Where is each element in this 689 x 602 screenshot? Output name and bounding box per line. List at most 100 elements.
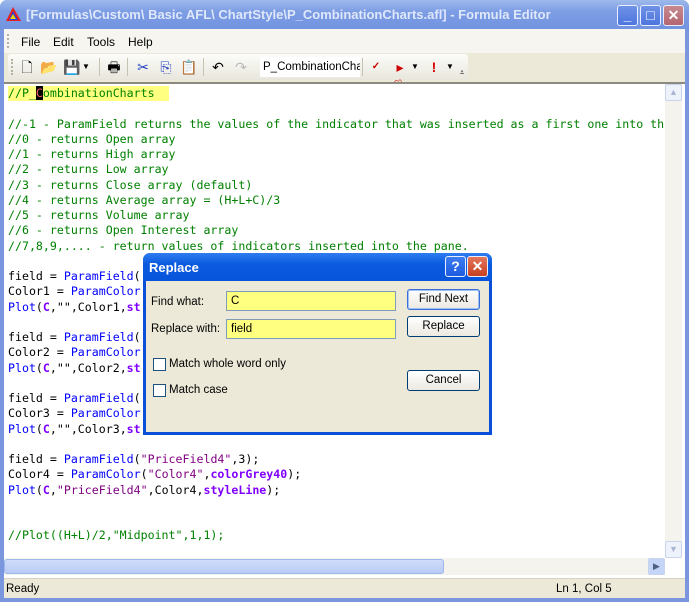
separator (362, 58, 363, 76)
code-token: //1 - returns High array (8, 147, 176, 161)
paste-icon[interactable]: 📋 (180, 58, 198, 76)
cursor-position: Ln 1, Col 5 (556, 583, 612, 595)
code-line[interactable]: //-1 - ParamField returns the values of … (8, 117, 665, 132)
menu-grip[interactable] (7, 34, 9, 48)
cut-icon[interactable]: ✂ (134, 58, 152, 76)
code-token: //P_ (8, 86, 36, 100)
code-token: //4 - returns Average array = (H+L+C)/3 (8, 192, 281, 207)
exclamation-icon[interactable]: ! (425, 58, 443, 76)
maximize-button[interactable]: □ (640, 5, 661, 26)
code-line[interactable]: //1 - returns High array (8, 147, 665, 162)
code-token: colorGrey40 (210, 467, 288, 482)
copy-icon[interactable]: ⎘ (157, 58, 175, 76)
menu-file[interactable]: File (21, 35, 40, 49)
dialog-title-bar[interactable]: Replace ? ✕ (143, 253, 492, 281)
cancel-button[interactable]: Cancel (407, 370, 480, 391)
code-token: , (49, 482, 57, 497)
code-token: ( (133, 452, 141, 466)
status-text: Ready (6, 583, 40, 595)
code-token: ( (133, 269, 141, 283)
code-token: ); (287, 467, 302, 482)
find-what-input[interactable]: C (226, 291, 396, 311)
menu-tools[interactable]: Tools (87, 35, 115, 49)
code-line[interactable]: //7,8,9,.... - return values of indicato… (8, 239, 665, 254)
dropdown-arrow-icon[interactable]: ▼ (445, 58, 455, 76)
apply-chart-icon[interactable]: ▸〽 (391, 58, 409, 93)
menu-help[interactable]: Help (128, 35, 153, 49)
status-bar: Ready Ln 1, Col 5 (4, 578, 685, 598)
title-bar[interactable]: [Formulas\Custom\ Basic AFL\ ChartStyle\… (0, 0, 689, 29)
dropdown-arrow-icon[interactable]: ▼ (410, 58, 420, 76)
code-token: Plot (8, 421, 36, 436)
code-line[interactable]: Plot(C,"PriceField4",Color4,styleLine); (8, 483, 665, 498)
code-line[interactable]: //0 - returns Open array (8, 132, 665, 147)
dialog-title: Replace (149, 260, 199, 275)
match-case-label[interactable]: Match case (169, 384, 228, 396)
code-token: "Color4" (147, 467, 204, 482)
replace-button[interactable]: Replace (407, 316, 480, 337)
code-line[interactable]: //6 - returns Open Interest array (8, 223, 665, 238)
toolbar-options-icon[interactable]: ⩡ (457, 64, 467, 82)
code-token: st (126, 421, 141, 436)
code-line[interactable] (8, 101, 665, 116)
vertical-scrollbar[interactable]: ▲ ▼ (665, 84, 682, 558)
find-next-button[interactable]: Find Next (407, 289, 480, 310)
code-line[interactable]: //P_CombinationCharts (8, 86, 665, 102)
minimize-button[interactable]: _ (617, 5, 638, 26)
undo-icon[interactable]: ↶ (209, 58, 227, 76)
horizontal-scroll-thumb[interactable] (4, 559, 444, 574)
code-token: "PriceField4" (56, 482, 148, 497)
toolbar-grip[interactable] (11, 59, 13, 75)
replace-dialog: Replace ? ✕ Find what: C Replace with: f… (143, 253, 492, 435)
match-case-checkbox[interactable] (153, 384, 166, 397)
code-token: ,"",Color1, (49, 299, 127, 314)
close-button[interactable]: ✕ (663, 5, 684, 26)
separator (99, 58, 100, 76)
save-icon[interactable]: 💾 (63, 58, 81, 76)
code-token: ,"",Color3, (49, 421, 127, 436)
match-whole-word-label[interactable]: Match whole word only (169, 358, 286, 370)
code-token: field = (8, 330, 64, 344)
afl-check-icon[interactable]: ✓ (367, 58, 385, 76)
code-line[interactable]: //Plot((H+L)/2,"Midpoint",1,1); (8, 528, 665, 543)
code-line[interactable]: field = ParamField("PriceField4",3); (8, 452, 665, 467)
open-folder-icon[interactable]: 📂 (40, 58, 58, 76)
scroll-up-button[interactable]: ▲ (665, 84, 682, 101)
code-token: Color1 = (8, 284, 71, 299)
find-what-label: Find what: (151, 296, 205, 308)
code-token: Plot (8, 299, 36, 314)
new-file-icon[interactable]: 🗋 (18, 58, 36, 76)
code-token: ParamColor (70, 284, 141, 299)
code-line[interactable] (8, 437, 665, 452)
code-token: ParamField (63, 269, 134, 283)
replace-with-label: Replace with: (151, 323, 221, 335)
text-cursor: C (35, 86, 43, 100)
code-line[interactable]: //5 - returns Volume array (8, 208, 665, 223)
code-line[interactable]: //2 - returns Low array (8, 162, 665, 177)
help-button[interactable]: ? (445, 256, 466, 277)
code-line[interactable] (8, 513, 665, 528)
code-token: C (42, 482, 50, 497)
code-line[interactable]: //4 - returns Average array = (H+L+C)/3 (8, 193, 665, 208)
dropdown-arrow-icon[interactable]: ▼ (81, 58, 91, 76)
scroll-right-button[interactable]: ▶ (648, 558, 665, 575)
match-whole-word-checkbox[interactable] (153, 358, 166, 371)
code-line[interactable]: //3 - returns Close array (default) (8, 178, 665, 193)
scroll-down-button[interactable]: ▼ (665, 541, 682, 558)
redo-icon[interactable]: ↷ (232, 58, 250, 76)
replace-with-input[interactable]: field (226, 319, 396, 339)
code-token: Color3 = (8, 406, 71, 421)
code-token: ParamColor (70, 345, 141, 360)
menu-edit[interactable]: Edit (53, 35, 74, 49)
window-title: [Formulas\Custom\ Basic AFL\ ChartStyle\… (26, 7, 551, 22)
horizontal-scrollbar[interactable]: ▶ (4, 558, 665, 575)
dialog-body: Find what: C Replace with: field Match w… (146, 281, 489, 432)
code-token: ParamField (63, 452, 134, 466)
print-icon[interactable]: 🖶 (105, 58, 123, 76)
formula-name-combo[interactable]: P_CombinationChar (260, 57, 360, 77)
dialog-close-button[interactable]: ✕ (467, 256, 488, 277)
code-line[interactable] (8, 498, 665, 513)
code-line[interactable]: Color4 = ParamColor("Color4",colorGrey40… (8, 467, 665, 482)
code-token: ); (266, 482, 281, 497)
amibroker-app-icon (6, 7, 21, 21)
